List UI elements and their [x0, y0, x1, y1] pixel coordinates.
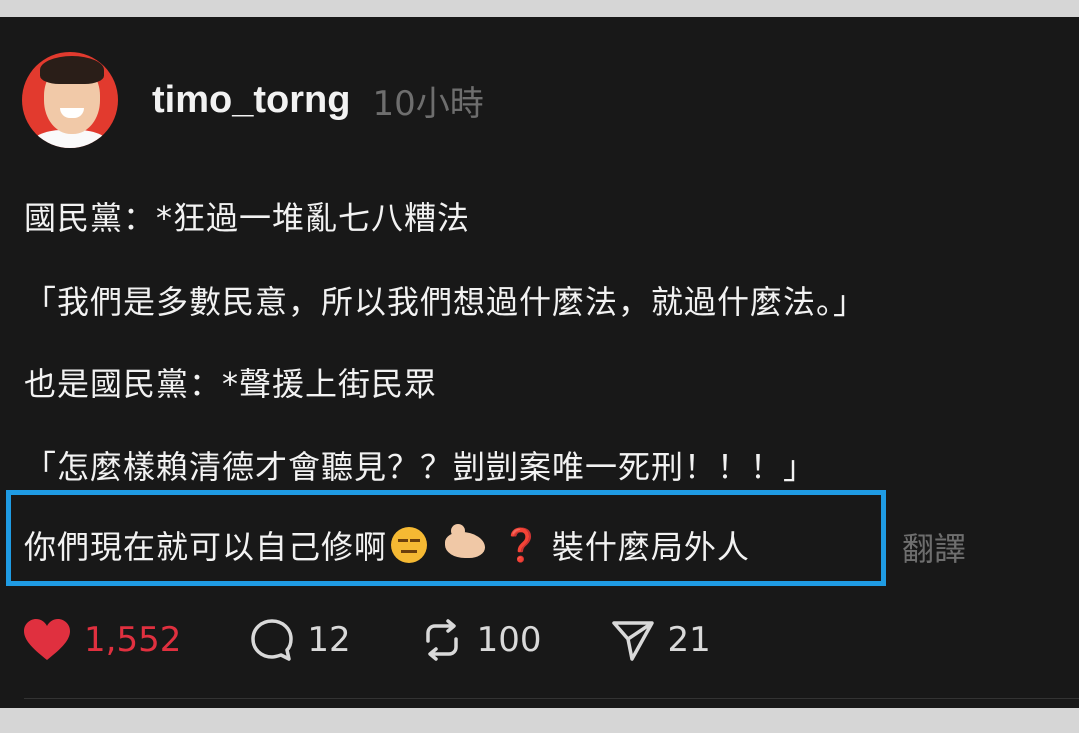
highlighted-line: 你們現在就可以自己修啊 ❓ 裝什麼局外人 [24, 522, 750, 568]
like-button[interactable]: 1,552 [22, 618, 181, 662]
post-header: timo_torng 10小時 [22, 50, 484, 150]
like-count: 1,552 [84, 620, 182, 660]
divider [24, 698, 1079, 699]
comment-button[interactable]: 12 [249, 617, 351, 663]
post-time: 10小時 [372, 83, 484, 124]
heart-icon [24, 619, 70, 660]
share-count: 21 [667, 620, 711, 660]
repost-button[interactable]: 100 [419, 617, 542, 663]
action-bar: 1,552 12 100 21 [22, 615, 779, 665]
avatar-hair [40, 56, 104, 84]
repost-icon [425, 619, 458, 661]
pinching-hand-icon [445, 524, 486, 558]
post-line-2: 「我們是多數民意，所以我們想過什麼法，就過什麼法。」 [24, 283, 867, 321]
highlighted-text-after: 裝什麼局外人 [551, 528, 750, 566]
translate-link[interactable]: 翻譯 [902, 524, 966, 570]
comment-count: 12 [307, 620, 351, 660]
send-icon [611, 621, 654, 661]
post-line-1: 國民黨：*狂過一堆亂七八糟法 [24, 199, 471, 237]
threads-post: timo_torng 10小時 國民黨：*狂過一堆亂七八糟法 「我們是多數民意，… [0, 17, 1079, 708]
post-line-3: 也是國民黨：*聲援上街民眾 [24, 365, 438, 403]
share-button[interactable]: 21 [610, 617, 711, 663]
expressionless-face-icon [391, 527, 428, 563]
post-line-4: 「怎麼樣賴清德才會聽見？？剴剴案唯一死刑！！！」 [24, 448, 817, 486]
highlighted-text-before: 你們現在就可以自己修啊 [24, 528, 388, 566]
repost-count: 100 [476, 620, 542, 660]
avatar[interactable] [22, 52, 118, 148]
comment-bubble-icon [251, 619, 294, 661]
red-question-mark-icon: ❓ [501, 526, 542, 564]
username[interactable]: timo_torng [152, 79, 350, 122]
